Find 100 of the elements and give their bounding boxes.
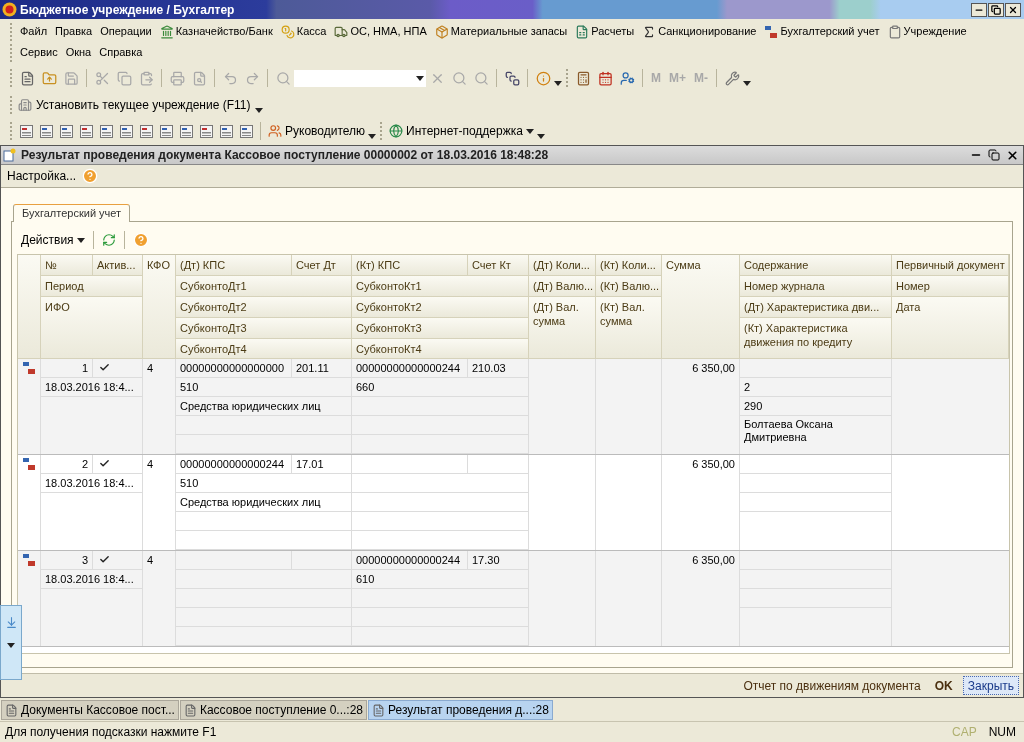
table-cell-text: 00000000000000244 bbox=[179, 457, 285, 472]
menu-item[interactable]: Материальные запасы bbox=[430, 21, 572, 42]
key-indicator: CAP bbox=[951, 724, 978, 741]
tab[interactable]: Бухгалтерский учет bbox=[13, 204, 131, 222]
report-icon[interactable] bbox=[58, 123, 74, 139]
menu-item[interactable]: Касса bbox=[276, 21, 331, 42]
column-header[interactable]: (Кт) Коли... bbox=[596, 255, 662, 276]
report-icon[interactable] bbox=[38, 123, 54, 139]
column-header[interactable]: Сумма bbox=[662, 255, 740, 359]
report-icon[interactable] bbox=[98, 123, 114, 139]
menu-item[interactable]: Бухгалтерский учет bbox=[760, 21, 884, 42]
window-title: Бюджетное учреждение / Бухгалтер bbox=[20, 1, 235, 19]
column-header[interactable]: Счет Дт bbox=[292, 255, 352, 276]
column-header[interactable]: Номер журнала bbox=[740, 276, 892, 297]
column-header[interactable]: Номер bbox=[892, 276, 1009, 297]
caret-icon[interactable] bbox=[7, 643, 15, 648]
table-row[interactable]: 3 18.03.2016 18:4... 4 00000000000000244 17.30 610 6 350,00 bbox=[18, 551, 1009, 647]
menu-item[interactable]: Учреждение bbox=[883, 21, 971, 42]
report-icon[interactable] bbox=[158, 123, 174, 139]
check-icon bbox=[99, 362, 110, 373]
app-logo-icon bbox=[2, 2, 17, 17]
report-icon[interactable] bbox=[238, 123, 254, 139]
column-header[interactable]: Период bbox=[41, 276, 143, 297]
column-header[interactable]: СубконтоКт2 bbox=[352, 297, 529, 318]
caret-icon[interactable] bbox=[554, 80, 562, 86]
caret-icon[interactable] bbox=[416, 75, 424, 81]
caret-icon[interactable] bbox=[255, 107, 264, 113]
menu-item[interactable]: Санкционирование bbox=[638, 21, 761, 42]
column-header[interactable]: Содержание bbox=[740, 255, 892, 276]
report-icon[interactable] bbox=[78, 123, 94, 139]
column-header[interactable]: СубконтоДт3 bbox=[176, 318, 352, 339]
caret-icon[interactable] bbox=[368, 133, 377, 139]
taskbar-tab[interactable]: Документы Кассовое пост... bbox=[1, 700, 179, 720]
menu-item[interactable]: ОС, НМА, НПА bbox=[330, 21, 431, 42]
column-header[interactable]: СубконтоДт4 bbox=[176, 339, 352, 359]
column-header[interactable]: (Дт) КПС bbox=[176, 255, 292, 276]
menu-item[interactable]: Правка bbox=[51, 21, 97, 42]
refresh-icon[interactable] bbox=[101, 233, 116, 247]
close-button[interactable] bbox=[1005, 2, 1021, 17]
settings-button[interactable]: Настройка... bbox=[7, 167, 77, 185]
people-icon bbox=[268, 124, 282, 138]
table-row[interactable]: 1 18.03.2016 18:4... 4 00000000000000000 201.11 510 Средства юридических лиц 00000000000000244 210.03 660 6 350,00 2 290 Болтаева Оксана Дмитриевна bbox=[18, 359, 1009, 455]
column-header[interactable]: СубконтоКт3 bbox=[352, 318, 529, 339]
report-icon[interactable] bbox=[218, 123, 234, 139]
report-menu-button[interactable]: Руководителю bbox=[265, 120, 369, 142]
menu-item[interactable]: Сервис bbox=[16, 42, 62, 63]
column-header[interactable]: (Дт) Характеристика дви... bbox=[740, 297, 892, 318]
search-field[interactable] bbox=[294, 69, 426, 87]
column-header[interactable]: (Кт) Характеристика движения по кредиту bbox=[740, 318, 892, 359]
bank-icon bbox=[159, 24, 174, 39]
column-header[interactable]: (Кт) Вал. сумма bbox=[596, 297, 662, 359]
actions-button[interactable]: Действия bbox=[21, 231, 85, 249]
column-header[interactable]: СубконтоКт1 bbox=[352, 276, 529, 297]
restore-icon[interactable] bbox=[988, 149, 1000, 161]
column-header[interactable]: ИФО bbox=[41, 297, 143, 359]
document-icon bbox=[3, 148, 17, 162]
taskbar-tab[interactable]: Результат проведения д...:28 bbox=[368, 700, 553, 720]
column-header[interactable]: КФО bbox=[143, 255, 176, 359]
column-header[interactable]: Дата bbox=[892, 297, 1009, 359]
minimize-button[interactable] bbox=[971, 2, 987, 17]
footer-button[interactable]: Отчет по движениям документа bbox=[739, 676, 925, 695]
menu-item[interactable]: Файл bbox=[16, 21, 52, 42]
close-icon[interactable] bbox=[1006, 148, 1019, 162]
table-row[interactable]: 2 18.03.2016 18:4... 4 00000000000000244 17.01 510 Средства юридических лиц 6 350,00 bbox=[18, 455, 1009, 551]
menu-item[interactable]: Операции bbox=[96, 21, 156, 42]
column-header[interactable]: СубконтоДт1 bbox=[176, 276, 352, 297]
column-header[interactable]: Первичный документ bbox=[892, 255, 1009, 276]
menu-item[interactable]: Справка bbox=[95, 42, 147, 63]
column-header[interactable]: (Дт) Коли... bbox=[529, 255, 596, 276]
close-icon bbox=[1008, 4, 1018, 15]
table-cell-text: Болтаева Оксана Дмитриевна bbox=[743, 417, 834, 444]
menu-item[interactable]: Казначейство/Банк bbox=[155, 21, 277, 42]
restore-button[interactable] bbox=[988, 2, 1004, 17]
menu-item[interactable]: Окна bbox=[61, 42, 96, 63]
column-header[interactable]: (Дт) Вал. сумма bbox=[529, 297, 596, 359]
footer-button[interactable]: Закрыть bbox=[962, 676, 1019, 695]
report-icon[interactable] bbox=[178, 123, 194, 139]
column-header[interactable]: (Кт) Валю... bbox=[596, 276, 662, 297]
report-icon[interactable] bbox=[138, 123, 154, 139]
column-header[interactable]: Актив... bbox=[93, 255, 143, 276]
column-header[interactable]: (Кт) КПС bbox=[352, 255, 468, 276]
report-icon[interactable] bbox=[118, 123, 134, 139]
column-header[interactable]: СубконтоДт2 bbox=[176, 297, 352, 318]
column-header[interactable]: Счет Кт bbox=[468, 255, 529, 276]
column-header[interactable]: СубконтоКт4 bbox=[352, 339, 529, 359]
caret-icon[interactable] bbox=[76, 237, 85, 243]
menu-item[interactable]: Расчеты bbox=[571, 21, 639, 42]
set-institution-button[interactable]: Установить текущее учреждение (F11) bbox=[16, 94, 253, 116]
debit-credit-icon bbox=[22, 457, 36, 471]
check-icon bbox=[99, 554, 110, 565]
caret-icon[interactable] bbox=[743, 80, 751, 86]
footer-button[interactable]: OK bbox=[930, 676, 957, 695]
column-header[interactable]: (Дт) Валю... bbox=[529, 276, 596, 297]
report-icon[interactable] bbox=[18, 123, 34, 139]
column-header[interactable]: № bbox=[41, 255, 93, 276]
table-cell bbox=[468, 455, 529, 474]
internet-support-button[interactable]: Интернет-поддержка bbox=[386, 120, 537, 142]
taskbar-tab[interactable]: Кассовое поступление 0...:28 bbox=[179, 700, 367, 720]
table-cell-text: 6 350,00 bbox=[691, 457, 736, 472]
report-icon[interactable] bbox=[198, 123, 214, 139]
